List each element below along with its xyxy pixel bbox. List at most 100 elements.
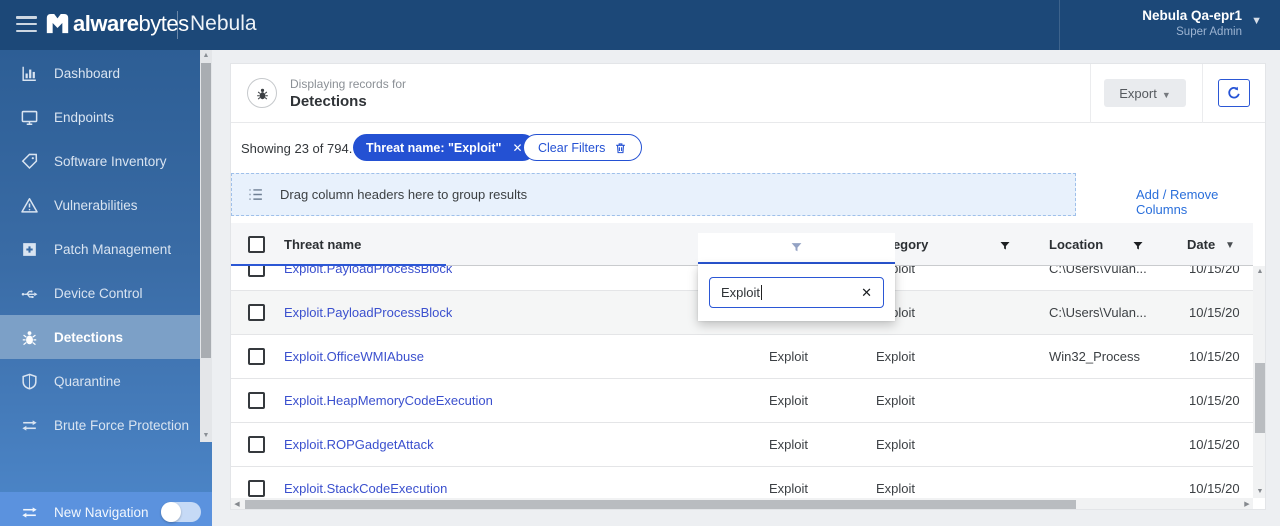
- brand-divider: [177, 11, 178, 39]
- select-all-checkbox[interactable]: [248, 236, 265, 253]
- action-cell: Exploit: [769, 481, 809, 496]
- filter-value-input[interactable]: Exploit ✕: [709, 277, 884, 308]
- sidebar-item-label: Endpoints: [54, 109, 115, 125]
- location-filter-funnel-icon[interactable]: [1132, 239, 1144, 251]
- threat-name-link[interactable]: Exploit.HeapMemoryCodeExecution: [284, 393, 493, 408]
- filter-chip-threat-name[interactable]: Threat name: "Exploit" ✕: [353, 134, 536, 161]
- row-checkbox[interactable]: [248, 480, 265, 497]
- detections-card: Displaying records for Detections Export…: [230, 63, 1266, 510]
- plus-square-icon: [20, 240, 39, 259]
- add-remove-columns-link[interactable]: Add / Remove Columns: [1136, 187, 1265, 217]
- date-cell: 10/15/20: [1189, 481, 1240, 496]
- refresh-icon: [1228, 86, 1240, 99]
- header-divider: [1090, 64, 1091, 123]
- grid-horizontal-scrollbar[interactable]: ◀ ▶: [231, 498, 1253, 509]
- grid-scroll-up-icon[interactable]: ▲: [1253, 266, 1265, 278]
- brand-light: bytes: [138, 10, 190, 36]
- top-bar: alware bytes Nebula Nebula Qa-epr1 Super …: [0, 0, 1280, 50]
- sidebar-item-label: Brute Force Protection: [54, 417, 190, 433]
- sidebar-item-patch-management[interactable]: Patch Management: [0, 227, 200, 271]
- table-row: Exploit.OfficeWMIAbuse Exploit Exploit W…: [231, 335, 1253, 379]
- threat-name-link[interactable]: Exploit.ROPGadgetAttack: [284, 437, 434, 452]
- user-role: Super Admin: [1176, 26, 1242, 38]
- row-checkbox[interactable]: [248, 436, 265, 453]
- threat-name-link[interactable]: Exploit.StackCodeExecution: [284, 481, 447, 496]
- sidebar-item-dashboard[interactable]: Dashboard: [0, 51, 200, 95]
- sidebar-item-label: New Navigation: [54, 504, 149, 520]
- threat-name-link[interactable]: Exploit.PayloadProcessBlock: [284, 305, 452, 320]
- arrows-icon: [20, 503, 39, 522]
- table-row: Exploit.ROPGadgetAttack Exploit Exploit …: [231, 423, 1253, 467]
- grid-hscrollbar-thumb[interactable]: [245, 500, 1076, 509]
- showing-count: Showing 23 of 794.: [241, 141, 353, 156]
- location-cell: C:\Users\Vulan...: [1049, 305, 1147, 320]
- grid-scroll-right-icon[interactable]: ▶: [1241, 498, 1253, 509]
- usb-icon: [20, 284, 39, 303]
- sidebar-item-quarantine[interactable]: Quarantine: [0, 359, 200, 403]
- grid-vertical-scrollbar[interactable]: ▲ ▼: [1253, 266, 1265, 498]
- user-menu[interactable]: Nebula Qa-epr1 Super Admin: [1142, 8, 1242, 38]
- row-checkbox[interactable]: [248, 348, 265, 365]
- action-cell: Exploit: [769, 437, 809, 452]
- threat-name-link[interactable]: Exploit.OfficeWMIAbuse: [284, 349, 424, 364]
- user-menu-caret-icon[interactable]: ▼: [1251, 15, 1262, 27]
- date-sort-desc-icon[interactable]: ▼: [1225, 240, 1235, 251]
- header-divider: [1202, 64, 1203, 123]
- brand-bold: alware: [73, 10, 139, 36]
- new-navigation-toggle[interactable]: [160, 502, 201, 522]
- column-header-location[interactable]: Location: [1049, 237, 1103, 252]
- row-checkbox[interactable]: [248, 304, 265, 321]
- malwarebytes-m-icon: [46, 13, 69, 34]
- sidebar-item-endpoints[interactable]: Endpoints: [0, 95, 200, 139]
- malwarebytes-logo: alware bytes: [44, 10, 189, 37]
- sidebar-item-software-inventory[interactable]: Software Inventory: [0, 139, 200, 183]
- sidebar-scrollbar[interactable]: ▲ ▼: [200, 50, 212, 442]
- export-label: Export: [1119, 85, 1157, 101]
- export-caret-icon: ▼: [1161, 89, 1171, 100]
- sidebar-scrollbar-thumb[interactable]: [201, 63, 211, 358]
- monitor-icon: [20, 108, 39, 127]
- filter-popup-header[interactable]: [698, 233, 895, 264]
- clear-filter-value-icon[interactable]: ✕: [861, 285, 872, 301]
- card-header: Displaying records for Detections Export…: [231, 64, 1265, 123]
- filter-chip-label: Threat name: "Exploit": [366, 140, 502, 155]
- sidebar-item-label: Detections: [54, 329, 124, 345]
- detections-bug-icon: [247, 78, 277, 108]
- sidebar-item-label: Vulnerabilities: [54, 197, 138, 213]
- category-filter-funnel-icon[interactable]: [999, 239, 1011, 251]
- date-cell: 10/15/20: [1189, 349, 1240, 364]
- sidebar-scroll-down-icon[interactable]: ▼: [200, 430, 212, 442]
- export-button[interactable]: Export ▼: [1104, 79, 1186, 107]
- user-section-divider: [1059, 0, 1060, 50]
- group-by-drop-zone[interactable]: Drag column headers here to group result…: [231, 173, 1076, 216]
- tag-icon: [20, 152, 39, 171]
- sidebar-item-vulnerabilities[interactable]: Vulnerabilities: [0, 183, 200, 227]
- sidebar-item-brute-force-protection[interactable]: Brute Force Protection: [0, 403, 200, 447]
- column-header-date[interactable]: Date: [1187, 237, 1215, 252]
- sidebar-item-device-control[interactable]: Device Control: [0, 271, 200, 315]
- nebula-app: alware bytes Nebula Nebula Qa-epr1 Super …: [0, 0, 1280, 526]
- sidebar-item-new-navigation[interactable]: New Navigation: [0, 498, 212, 526]
- sidebar-item-detections[interactable]: Detections: [0, 315, 200, 359]
- hamburger-menu-icon[interactable]: [16, 16, 37, 33]
- grid-scroll-left-icon[interactable]: ◀: [231, 498, 243, 509]
- table-row: Exploit.HeapMemoryCodeExecution Exploit …: [231, 379, 1253, 423]
- clear-filters-label: Clear Filters: [538, 140, 606, 155]
- user-name: Nebula Qa-epr1: [1142, 8, 1242, 23]
- main-content: Displaying records for Detections Export…: [212, 50, 1280, 526]
- clear-filters-button[interactable]: Clear Filters: [523, 134, 643, 161]
- arrows-icon: [20, 416, 39, 435]
- filter-popup-body: Exploit ✕: [698, 264, 895, 321]
- sidebar-scroll-up-icon[interactable]: ▲: [200, 50, 212, 62]
- group-list-icon: [247, 186, 264, 203]
- refresh-button[interactable]: [1218, 79, 1250, 107]
- row-checkbox[interactable]: [248, 392, 265, 409]
- active-filter-funnel-icon: [791, 243, 802, 252]
- filter-chip-remove-icon[interactable]: ✕: [513, 141, 523, 155]
- group-hint-text: Drag column headers here to group result…: [280, 187, 528, 202]
- grid-scroll-down-icon[interactable]: ▼: [1253, 486, 1265, 498]
- filtered-column-underline: [231, 264, 446, 266]
- grid-vscrollbar-thumb[interactable]: [1255, 363, 1265, 433]
- sidebar-item-label: Device Control: [54, 285, 143, 301]
- column-header-threat-name[interactable]: Threat name: [284, 237, 361, 252]
